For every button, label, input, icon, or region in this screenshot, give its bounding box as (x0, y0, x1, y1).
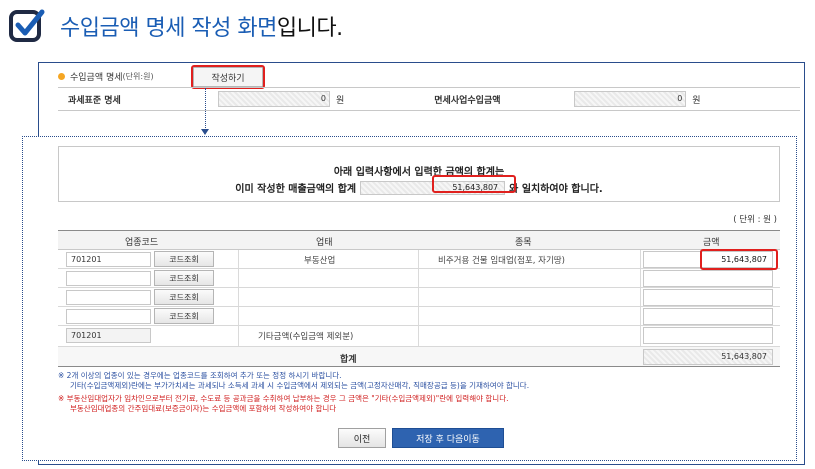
write-button-highlight (191, 65, 265, 89)
title-blue: 수입금액 명세 작성 화면 (60, 16, 277, 41)
note-red-1: ※ 부동산임대업자가 임차인으로부터 전기료, 수도료 등 공과금을 수취하여 … (58, 394, 509, 403)
tax-std-label: 과세표준 명세 (68, 95, 121, 106)
page-title: 수입금액 명세 작성 화면입니다. (60, 10, 343, 42)
connector-line (205, 88, 206, 132)
checkbox-icon (8, 7, 46, 45)
table-row-other: 701201 기타금액(수입금액 제외분) (58, 326, 780, 347)
bullet-icon (58, 72, 65, 80)
summary-table: 과세표준 명세 0 원 면세사업수입금액 0 원 (58, 87, 800, 111)
other-amount-label: 기타금액(수입금액 제외분) (258, 332, 354, 342)
notice-text-before: 이미 작성한 매출금액의 합계 (235, 184, 357, 195)
page-header: 수입금액 명세 작성 화면입니다. (8, 6, 343, 46)
table-row: 코드조회 (58, 307, 780, 326)
note-blue-2: 기타(수입금액제외)란에는 부가가치세는 과세되나 소득세 과세 시 수입금액에… (70, 381, 530, 390)
notice-box: 아래 입력사항에서 입력한 금액의 합계는 이미 작성한 매출금액의 합계 51… (58, 146, 780, 202)
amount-input[interactable] (643, 308, 773, 325)
amount-highlight (700, 249, 778, 270)
col-header-business: 업태 (316, 238, 333, 248)
table-row: 코드조회 (58, 269, 780, 288)
amount-input[interactable] (643, 270, 773, 287)
industry-code-input[interactable] (66, 290, 151, 305)
total-value: 51,643,807 (643, 349, 773, 365)
table-row: 701201 코드조회 부동산업 비주거용 건물 임대업(점포, 자기땅) 51… (58, 250, 780, 269)
code-lookup-button[interactable]: 코드조회 (154, 270, 214, 286)
business-item: 비주거용 건물 임대업(점포, 자기땅) (438, 256, 565, 266)
code-lookup-button[interactable]: 코드조회 (154, 308, 214, 324)
save-next-button[interactable]: 저장 후 다음이동 (392, 428, 504, 448)
summary-unit: (단위:원) (122, 71, 154, 81)
other-code-field: 701201 (66, 328, 151, 343)
col-header-item: 종목 (515, 238, 532, 248)
notice-line1: 아래 입력사항에서 입력한 금액의 합계는 (333, 167, 505, 178)
title-black: 입니다. (276, 16, 343, 41)
industry-code-input[interactable] (66, 309, 151, 324)
sales-total-highlight (432, 175, 516, 193)
won-unit: 원 (692, 95, 701, 106)
industry-code-input[interactable]: 701201 (66, 252, 151, 267)
exempt-value: 0 (574, 91, 687, 107)
total-label: 합계 (340, 355, 357, 365)
notice-text-after: 와 일치하여야 합니다. (509, 184, 603, 195)
col-header-amount: 금액 (703, 238, 720, 248)
amount-input[interactable] (643, 289, 773, 306)
exempt-label: 면세사업수입금액 (434, 95, 501, 106)
table-row: 코드조회 (58, 288, 780, 307)
unit-label: ( 단위 : 원 ) (733, 215, 777, 225)
arrow-down-icon (201, 129, 209, 135)
code-lookup-button[interactable]: 코드조회 (154, 251, 214, 267)
col-header-code: 업종코드 (125, 238, 159, 248)
tax-std-value: 0 (218, 91, 330, 107)
won-unit: 원 (336, 95, 345, 106)
notice-line2: 이미 작성한 매출금액의 합계 51,643,807 와 일치하여야 합니다. (59, 180, 779, 195)
note-red-2: 부동산임대업종의 간주임대료(보증금이자)는 수입금액에 포함하여 작성하여야 … (70, 404, 337, 413)
industry-code-input[interactable] (66, 271, 151, 286)
total-row: 합계 51,643,807 (58, 347, 780, 367)
prev-button[interactable]: 이전 (338, 428, 386, 448)
note-blue-1: ※ 2개 이상의 업종이 있는 경우에는 업종코드를 조회하여 추가 또는 정정… (58, 371, 342, 380)
summary-label: 수입금액 명세 (70, 72, 123, 83)
summary-heading: 수입금액 명세 (단위:원) (58, 68, 154, 84)
other-amount-input[interactable] (643, 327, 773, 344)
grid-header: 업종코드 업태 종목 금액 (58, 230, 780, 250)
code-lookup-button[interactable]: 코드조회 (154, 289, 214, 305)
business-type: 부동산업 (304, 256, 336, 266)
